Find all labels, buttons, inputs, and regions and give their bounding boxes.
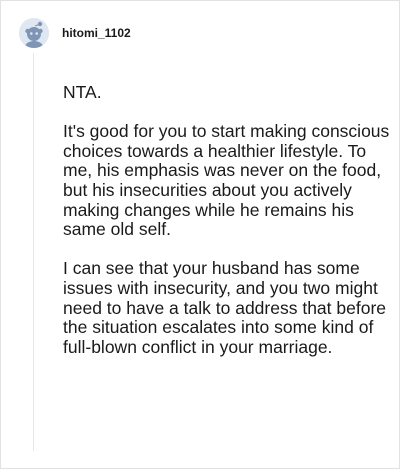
comment-card: hitomi_1102 NTA. It's good for you to st… [0,0,400,469]
thread-line[interactable] [33,53,34,451]
comment-paragraph: I can see that your husband has some iss… [63,258,386,357]
comment-paragraph: It's good for you to start making consci… [63,121,390,240]
comment-body: NTA. It's good for you to start making c… [63,82,393,357]
comment-author[interactable]: hitomi_1102 [62,26,131,40]
snoo-avatar-icon [19,18,49,48]
comment-paragraph: NTA. [63,82,102,102]
avatar[interactable] [19,18,49,48]
